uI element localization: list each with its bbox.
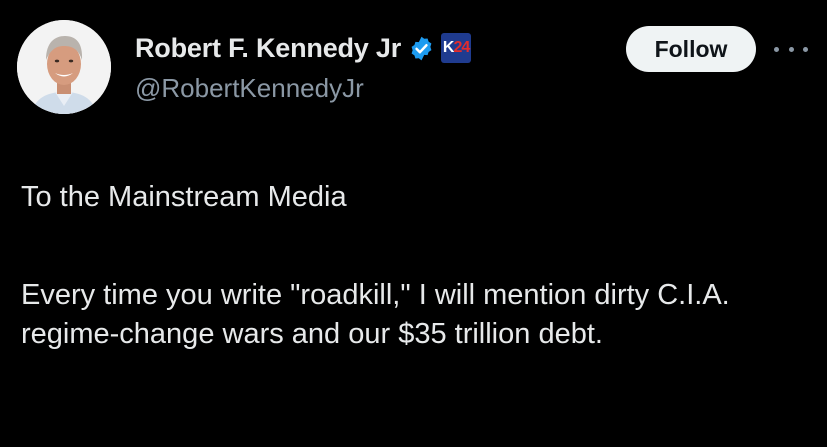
avatar[interactable] <box>17 20 111 114</box>
name-row: Robert F. Kennedy Jr K 24 <box>135 30 472 66</box>
user-handle[interactable]: @RobertKennedyJr <box>135 73 364 104</box>
tweet-line-heading: To the Mainstream Media <box>21 181 347 213</box>
affiliation-badge-letter: K <box>442 39 455 56</box>
more-dot <box>803 46 808 52</box>
display-name[interactable]: Robert F. Kennedy Jr <box>135 33 401 64</box>
follow-button[interactable]: Follow <box>626 26 756 72</box>
verified-badge-icon[interactable] <box>408 35 435 62</box>
tweet-header: Robert F. Kennedy Jr K 24 @RobertKennedyJ… <box>0 0 827 140</box>
more-dot <box>774 46 779 52</box>
tweet-text: To the Mainstream Media Every time you w… <box>21 178 811 354</box>
more-options-icon[interactable] <box>774 40 808 58</box>
avatar-photo-icon <box>17 20 111 114</box>
affiliation-badge-number: 24 <box>453 39 470 56</box>
tweet-line-body: Every time you write "roadkill," I will … <box>21 279 730 350</box>
more-dot <box>788 46 794 52</box>
affiliation-badge-icon[interactable]: K 24 <box>441 33 472 63</box>
